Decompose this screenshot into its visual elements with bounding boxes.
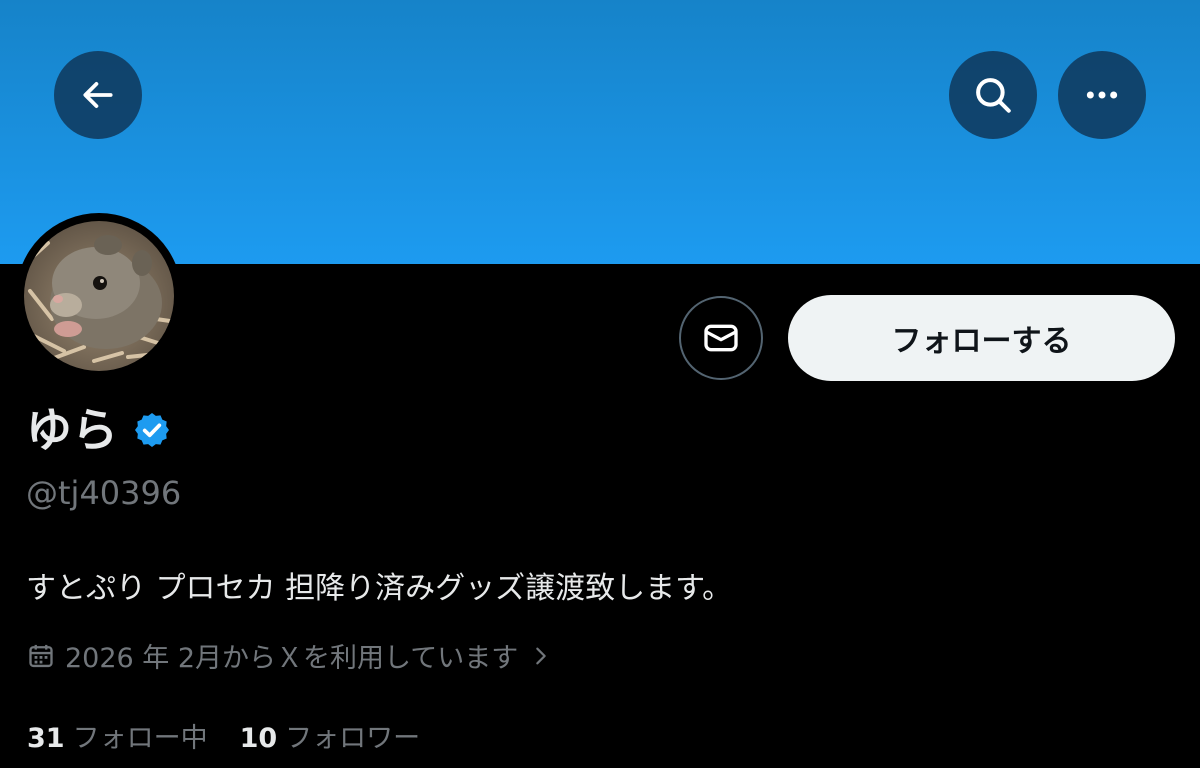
back-button[interactable] xyxy=(54,51,142,139)
profile-banner[interactable] xyxy=(0,0,1200,264)
avatar-hamster-image xyxy=(24,221,174,371)
avatar[interactable] xyxy=(16,213,182,379)
followers-stat[interactable]: 10 フォロワー xyxy=(240,716,421,755)
display-name: ゆら xyxy=(26,403,118,457)
message-button[interactable] xyxy=(679,296,763,380)
follow-stats: 31 フォロー中 10 フォロワー xyxy=(27,716,420,755)
calendar-icon xyxy=(29,644,53,667)
name-row: ゆら xyxy=(26,400,172,460)
following-stat[interactable]: 31 フォロー中 xyxy=(27,716,208,755)
user-handle: @tj40396 xyxy=(26,474,182,512)
more-button[interactable] xyxy=(1058,51,1146,139)
arrow-left-icon xyxy=(83,82,113,108)
more-horizontal-icon xyxy=(1086,91,1118,99)
search-icon xyxy=(976,78,1011,113)
chevron-right-icon xyxy=(536,647,547,664)
search-button[interactable] xyxy=(949,51,1037,139)
followers-count: 10 xyxy=(239,723,278,754)
profile-bio: すとぷり プロセカ 担降り済みグッズ譲渡致します。 xyxy=(26,571,733,606)
joined-date[interactable]: 2026 年 2月からＸを利用しています xyxy=(27,636,552,675)
mail-icon xyxy=(704,324,738,352)
follow-button-label: フォローする xyxy=(891,324,1072,359)
joined-text: 2026 年 2月からＸを利用しています xyxy=(65,643,519,674)
following-label: フォロー中 xyxy=(72,723,208,754)
verified-badge-icon[interactable] xyxy=(132,410,172,450)
following-count: 31 xyxy=(27,723,65,754)
follow-button[interactable]: フォローする xyxy=(788,295,1175,381)
followers-label: フォロワー xyxy=(285,723,421,754)
